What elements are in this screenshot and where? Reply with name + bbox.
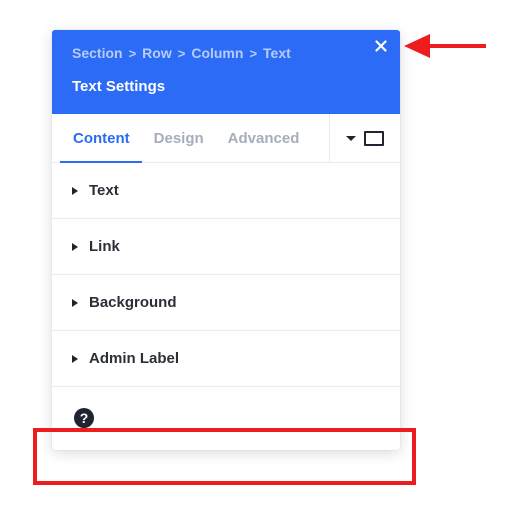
- caret-down-icon[interactable]: [346, 135, 356, 141]
- breadcrumb-separator: >: [249, 45, 258, 61]
- close-icon: [375, 40, 387, 52]
- section-toggle-admin-label[interactable]: Admin Label: [52, 331, 400, 387]
- modal-title: Text Settings: [72, 78, 166, 95]
- section-toggle-link[interactable]: Link: [52, 219, 400, 275]
- breadcrumb-item-text[interactable]: Text: [263, 45, 291, 61]
- breadcrumb-separator: >: [177, 45, 186, 61]
- caret-right-icon: [72, 186, 78, 195]
- section-label: Link: [89, 238, 120, 255]
- tab-content[interactable]: Content: [52, 114, 142, 163]
- annotation-arrow-icon: [404, 34, 486, 58]
- breadcrumb: Section > Row > Column > Text: [72, 45, 291, 61]
- section-label: Text: [89, 182, 119, 199]
- text-settings-modal: Section > Row > Column > Text Text Setti…: [52, 30, 400, 450]
- section-toggle-background[interactable]: Background: [52, 275, 400, 331]
- tab-advanced[interactable]: Advanced: [216, 114, 312, 162]
- tab-design[interactable]: Design: [142, 114, 216, 162]
- help-icon[interactable]: ?: [74, 408, 94, 428]
- caret-right-icon: [72, 298, 78, 307]
- screenshot-stage: Section > Row > Column > Text Text Setti…: [0, 0, 508, 523]
- caret-right-icon: [72, 242, 78, 251]
- modal-header: Section > Row > Column > Text Text Setti…: [52, 30, 400, 114]
- breadcrumb-item-column[interactable]: Column: [191, 45, 243, 61]
- breadcrumb-separator: >: [128, 45, 137, 61]
- tab-tools: [329, 114, 400, 162]
- annotation-highlight-box: [33, 428, 416, 485]
- section-toggle-text[interactable]: Text: [52, 163, 400, 219]
- close-button[interactable]: [372, 37, 390, 55]
- settings-tabs: Content Design Advanced: [52, 114, 400, 163]
- section-label: Background: [89, 294, 177, 311]
- breadcrumb-item-section[interactable]: Section: [72, 45, 123, 61]
- breadcrumb-item-row[interactable]: Row: [142, 45, 172, 61]
- section-label: Admin Label: [89, 350, 180, 367]
- caret-right-icon: [72, 354, 78, 363]
- desktop-icon[interactable]: [364, 130, 384, 146]
